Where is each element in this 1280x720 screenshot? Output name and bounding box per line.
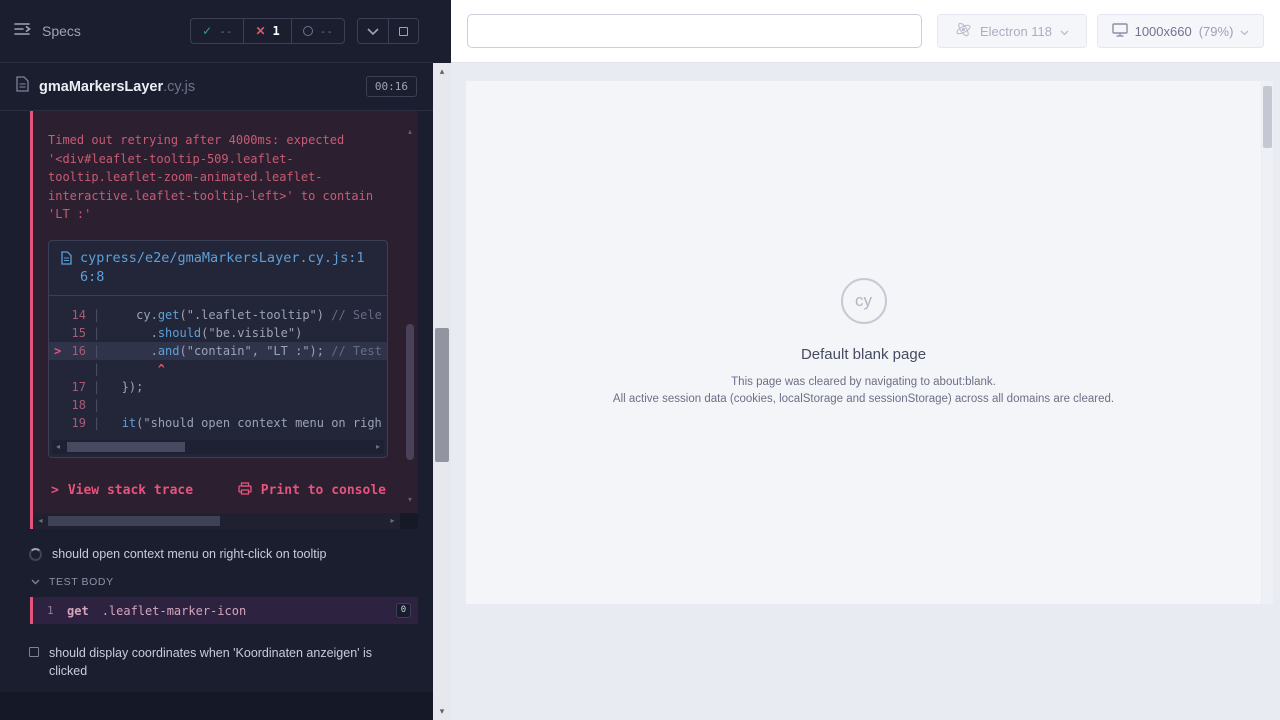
blank-page-content: cy Default blank page This page was clea… [613,278,1114,407]
chevron-down-icon [1060,24,1069,39]
view-stack-trace-button[interactable]: > View stack trace [51,483,193,498]
cypress-logo: cy [841,278,887,324]
code-frame: cypress/e2e/gmaMarkersLayer.cy.js:16:8 1… [48,240,388,458]
command-number: 1 [33,604,67,617]
reporter-header: Specs ✓ -- ✕ 1 -- [0,0,433,63]
browser-selector[interactable]: Electron 118 [937,14,1087,48]
failed-count: 1 [273,24,280,38]
code-line: >16| .and("contain", "LT :"); // Test [49,342,387,360]
viewport-scale: (79%) [1199,24,1234,39]
monitor-icon [1112,23,1128,40]
app-stage: cy Default blank page This page was clea… [451,63,1280,720]
test-error-panel: Timed out retrying after 4000ms: expecte… [30,111,418,529]
scroll-right-icon[interactable]: ▸ [386,513,399,529]
code-line: | ^ [49,360,387,378]
viewport-size: 1000x660 [1135,24,1192,39]
code-frame-file-path: cypress/e2e/gmaMarkersLayer.cy.js:16:8 [80,249,375,287]
scroll-up-icon[interactable]: ▴ [433,65,451,78]
command-args: .leaflet-marker-icon [102,604,247,618]
scrollbar-thumb[interactable] [1263,86,1272,148]
collapse-all-button[interactable] [358,19,388,43]
command-method: get [67,604,89,618]
error-actions: > View stack trace Print to console [51,482,386,499]
spec-timer: 00:16 [366,76,417,97]
aut-scrollbar[interactable] [1262,81,1273,604]
spec-name[interactable]: gmaMarkersLayer.cy.js [39,79,195,95]
scrollbar-thumb[interactable] [67,442,185,452]
scroll-down-icon[interactable]: ▾ [404,495,416,505]
pending-count: -- [320,25,333,38]
command-yield-badge: 0 [396,603,411,618]
scrollbar-cap [433,0,451,63]
code-line: 15| .should("be.visible") [49,324,387,342]
test-item-pending[interactable]: should display coordinates when 'Koordin… [0,644,433,680]
specs-list-icon[interactable] [14,22,32,41]
url-input[interactable] [467,14,922,48]
chevron-down-icon [31,576,40,588]
specs-link[interactable]: Specs [42,23,81,39]
scroll-down-icon[interactable]: ▾ [433,705,451,718]
code-line: 19| it("should open context menu on righ [49,414,387,432]
stop-icon [399,27,408,36]
blank-page-title: Default blank page [613,346,1114,363]
app-preview-pane: Electron 118 1000x660 (79%) cy Default b… [451,0,1280,720]
run-controls [357,18,419,44]
reporter-scrollbar[interactable]: ▴ ▾ [433,63,451,720]
code-snippet: 14| cy.get(".leaflet-tooltip") // Sele15… [49,296,387,436]
passed-count: -- [219,25,232,38]
blank-page-line-2: All active session data (cookies, localS… [613,391,1114,408]
scrollbar-thumb[interactable] [48,516,220,526]
test-title: should open context menu on right-click … [52,547,326,561]
error-message: Timed out retrying after 4000ms: expecte… [48,131,388,224]
reporter-footer [0,692,433,720]
aut-iframe: cy Default blank page This page was clea… [466,81,1261,604]
code-frame-file-link[interactable]: cypress/e2e/gmaMarkersLayer.cy.js:16:8 [49,241,387,296]
browser-label: Electron 118 [980,24,1052,39]
stat-passed: ✓ -- [191,19,243,43]
blank-page-line-1: This page was cleared by navigating to a… [613,374,1114,391]
error-horizontal-scrollbar[interactable]: ◂ ▸ [33,513,400,529]
code-line: 17| }); [49,378,387,396]
pending-icon [303,26,313,36]
stop-run-button[interactable] [388,19,418,43]
print-to-console-button[interactable]: Print to console [238,482,386,499]
scrollbar-corner [400,513,418,529]
scrollbar-thumb[interactable] [406,324,414,460]
printer-icon [238,482,252,499]
cross-icon: ✕ [255,24,265,38]
test-title: should display coordinates when 'Koordin… [49,644,399,680]
code-line: 18| [49,396,387,414]
code-line: 14| cy.get(".leaflet-tooltip") // Sele [49,306,387,324]
chevron-right-icon: > [51,483,59,498]
scroll-left-icon[interactable]: ◂ [52,440,64,454]
reporter-panel: Specs ✓ -- ✕ 1 -- [0,0,433,720]
file-icon [61,249,72,287]
pending-test-icon [29,647,39,657]
test-stats: ✓ -- ✕ 1 -- [190,18,345,44]
stat-pending: -- [291,19,344,43]
code-horizontal-scrollbar[interactable]: ◂ ▸ [52,440,384,454]
preview-toolbar: Electron 118 1000x660 (79%) [451,0,1280,63]
scroll-up-icon[interactable]: ▴ [404,127,416,137]
check-icon: ✓ [202,24,212,38]
scroll-left-icon[interactable]: ◂ [34,513,47,529]
section-label: TEST BODY [49,576,114,588]
test-body-section-header[interactable]: TEST BODY [0,576,433,588]
error-vertical-scrollbar[interactable]: ▴ ▾ [404,127,416,505]
electron-icon [955,21,972,41]
spec-bar: gmaMarkersLayer.cy.js 00:16 [0,63,433,111]
command-log-row[interactable]: 1 get .leaflet-marker-icon 0 [30,597,418,624]
spec-file-icon [16,76,29,97]
test-item-running[interactable]: should open context menu on right-click … [0,543,433,565]
scrollbar-thumb[interactable] [435,328,449,462]
viewport-selector[interactable]: 1000x660 (79%) [1097,14,1264,48]
scroll-right-icon[interactable]: ▸ [372,440,384,454]
spinner-icon [29,548,42,561]
chevron-down-icon [1240,24,1249,39]
stat-failed: ✕ 1 [243,19,290,43]
